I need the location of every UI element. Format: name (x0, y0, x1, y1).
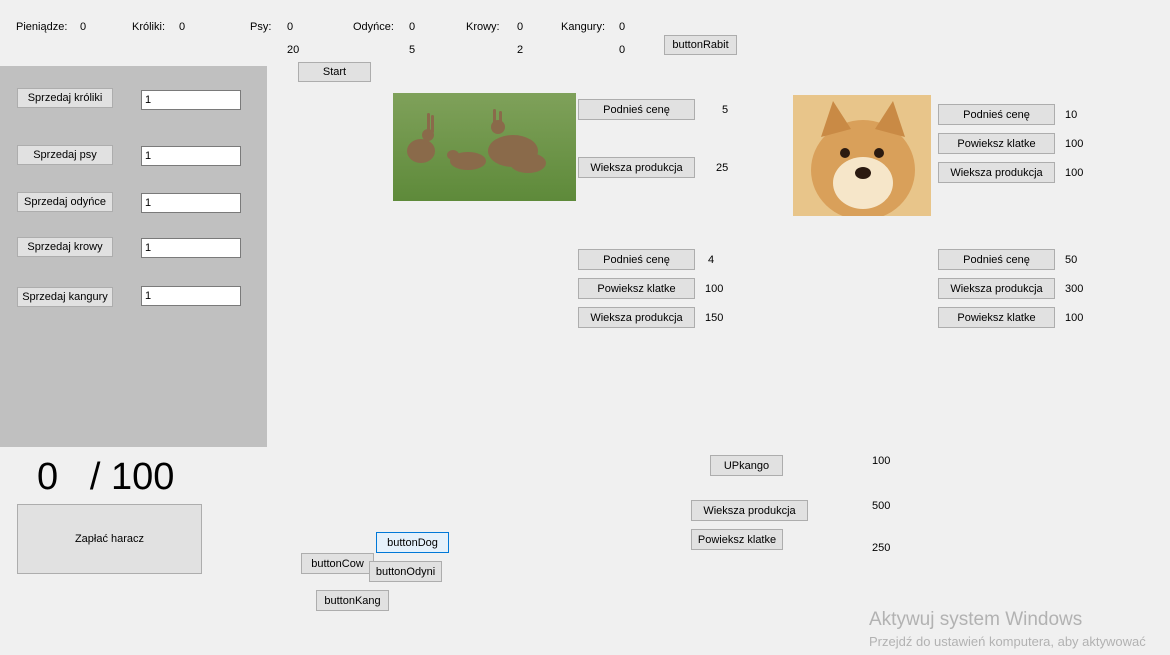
activation-watermark-title: Aktywuj system Windows (869, 609, 1083, 630)
dog-raise-price-button[interactable]: Podnieś cenę (938, 104, 1055, 125)
kangaroos-label: Kangury: (561, 21, 606, 33)
dog-more-production-button[interactable]: Wieksza produkcja (938, 162, 1055, 183)
dog-image (793, 95, 931, 216)
sell-kangaroos-quantity-input[interactable] (141, 286, 241, 306)
cow-enlarge-cage-cost: 100 (1065, 312, 1084, 324)
dogs-value: 0 (287, 21, 294, 33)
boar-more-production-button[interactable]: Wieksza produkcja (578, 307, 695, 328)
dog-enlarge-cage-button[interactable]: Powieksz klatke (938, 133, 1055, 154)
cow-more-production-button[interactable]: Wieksza produkcja (938, 278, 1055, 299)
dogs-label: Psy: (250, 21, 272, 33)
kangaroos-sub-value: 0 (619, 44, 626, 56)
cow-more-production-cost: 300 (1065, 283, 1084, 295)
sell-cows-quantity-input[interactable] (141, 238, 241, 258)
money-value: 0 (80, 21, 87, 33)
kangaroo-more-production-cost: 500 (872, 500, 891, 512)
rabbits-value: 0 (179, 21, 186, 33)
cows-sub-value: 2 (517, 44, 524, 56)
kangaroo-enlarge-cage-button[interactable]: Powieksz klatke (691, 529, 783, 550)
money-label: Pieniądze: (16, 21, 68, 33)
tribute-total: / 100 (89, 456, 175, 498)
boar-raise-price-button[interactable]: Podnieś cenę (578, 249, 695, 270)
dogs-sub-value: 20 (287, 44, 300, 56)
sell-rabbits-button[interactable]: Sprzedaj króliki (17, 88, 113, 108)
tribute-current: 0 (37, 456, 59, 498)
boar-enlarge-cage-cost: 100 (705, 283, 724, 295)
sell-kangaroos-button[interactable]: Sprzedaj kangury (17, 287, 113, 307)
rabbit-raise-price-button[interactable]: Podnieś cenę (578, 99, 695, 120)
activation-watermark-subtitle: Przejdź do ustawień komputera, aby aktyw… (869, 634, 1146, 649)
sell-panel: Sprzedaj króliki Sprzedaj psy Sprzedaj o… (0, 66, 267, 447)
kangaroos-value: 0 (619, 21, 626, 33)
cow-enlarge-cage-button[interactable]: Powieksz klatke (938, 307, 1055, 328)
rabbit-more-production-cost: 25 (716, 162, 729, 174)
sell-boars-button[interactable]: Sprzedaj odyńce (17, 192, 113, 212)
kangaroo-up-cost: 100 (872, 455, 891, 467)
rabbit-more-production-button[interactable]: Wieksza produkcja (578, 157, 695, 178)
dog-enlarge-cage-cost: 100 (1065, 138, 1084, 150)
cow-raise-price-button[interactable]: Podnieś cenę (938, 249, 1055, 270)
dog-more-production-cost: 100 (1065, 167, 1084, 179)
cow-raise-price-cost: 50 (1065, 254, 1078, 266)
sell-rabbits-quantity-input[interactable] (141, 90, 241, 110)
kangaroo-enlarge-cage-cost: 250 (872, 542, 891, 554)
rabbits-label: Króliki: (132, 21, 166, 33)
tribute-counter: 0 / 100 (37, 455, 174, 499)
boars-label: Odyńce: (353, 21, 394, 33)
button-odyni[interactable]: buttonOdyni (369, 561, 442, 582)
button-dog[interactable]: buttonDog (376, 532, 449, 553)
boars-sub-value: 5 (409, 44, 416, 56)
sell-boars-quantity-input[interactable] (141, 193, 241, 213)
pay-tribute-button[interactable]: Zapłać haracz (17, 504, 202, 574)
rabbit-raise-price-cost: 5 (722, 104, 729, 116)
button-kang[interactable]: buttonKang (316, 590, 389, 611)
boar-enlarge-cage-button[interactable]: Powieksz klatke (578, 278, 695, 299)
dog-raise-price-cost: 10 (1065, 109, 1078, 121)
sell-dogs-button[interactable]: Sprzedaj psy (17, 145, 113, 165)
cows-label: Krowy: (466, 21, 500, 33)
boar-more-production-cost: 150 (705, 312, 724, 324)
cows-value: 0 (517, 21, 524, 33)
sell-dogs-quantity-input[interactable] (141, 146, 241, 166)
sell-cows-button[interactable]: Sprzedaj krowy (17, 237, 113, 257)
boar-raise-price-cost: 4 (708, 254, 715, 266)
button-cow[interactable]: buttonCow (301, 553, 374, 574)
kangaroo-up-button[interactable]: UPkango (710, 455, 783, 476)
start-button[interactable]: Start (298, 62, 371, 82)
button-rabit[interactable]: buttonRabit (664, 35, 737, 55)
rabbits-image (393, 93, 576, 201)
boars-value: 0 (409, 21, 416, 33)
kangaroo-more-production-button[interactable]: Wieksza produkcja (691, 500, 808, 521)
